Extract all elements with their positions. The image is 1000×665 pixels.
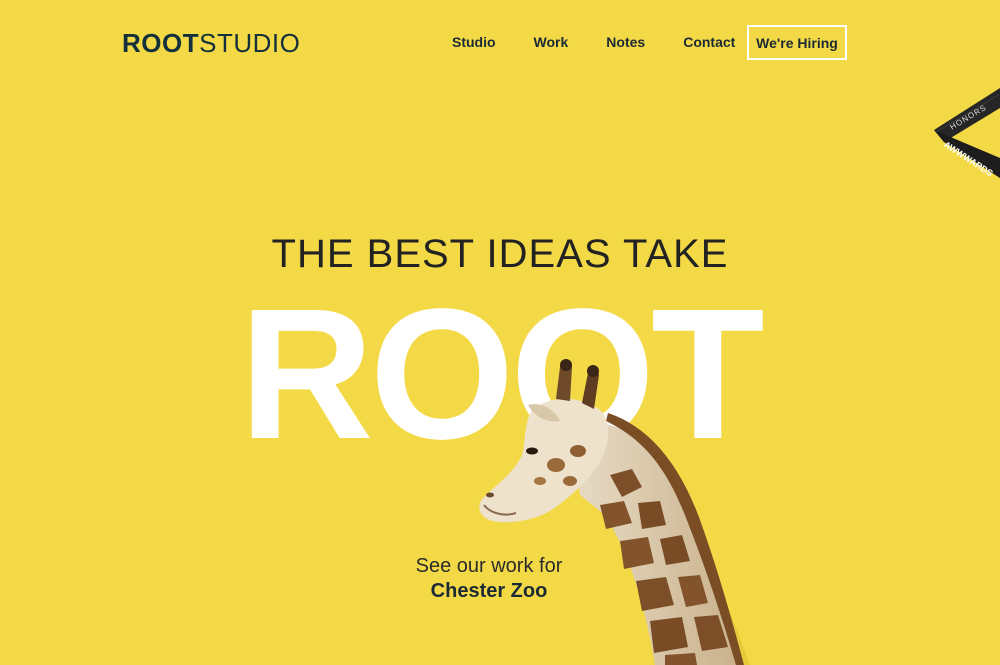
giraffe-image bbox=[479, 359, 750, 665]
main-nav: Studio Work Notes Contact bbox=[452, 25, 760, 59]
root-studio-logo[interactable]: ROOTSTUDIO bbox=[122, 28, 300, 58]
nav-link-work[interactable]: Work bbox=[534, 34, 569, 50]
nav-link-studio[interactable]: Studio bbox=[452, 34, 496, 50]
cta-intro-text: See our work for bbox=[415, 555, 563, 577]
logo-light-text: STUDIO bbox=[199, 28, 301, 58]
nav-link-contact[interactable]: Contact bbox=[683, 34, 735, 50]
logo-bold-text: ROOT bbox=[122, 28, 200, 58]
awwwards-honors-ribbon[interactable]: HONORS AWWWARDS bbox=[930, 86, 1000, 186]
hiring-button[interactable]: We're Hiring bbox=[747, 25, 847, 60]
nav-link-notes[interactable]: Notes bbox=[606, 34, 645, 50]
cta-case-study-link[interactable]: Chester Zoo bbox=[0, 580, 978, 603]
